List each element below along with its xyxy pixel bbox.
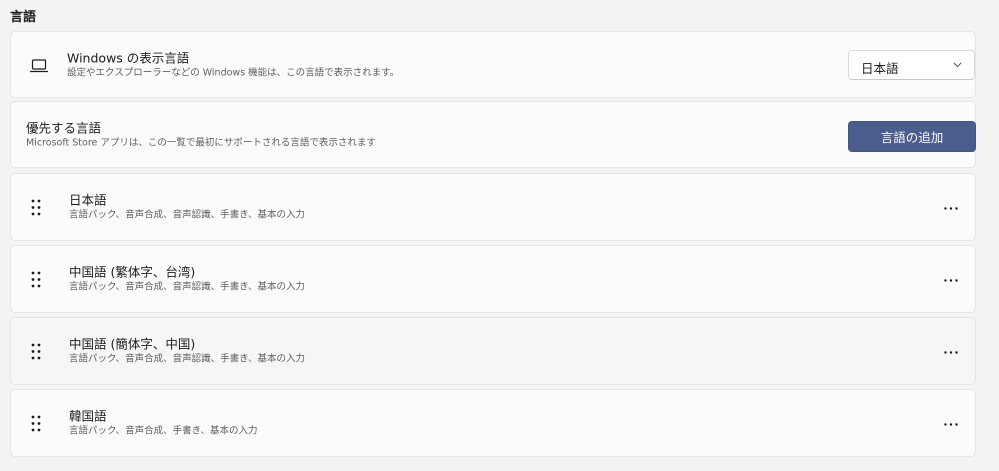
preferred-languages-card: 優先する言語 Microsoft Store アプリは、この一覧で最初にサポート… — [10, 101, 976, 168]
language-name: 日本語 — [69, 192, 107, 208]
language-features: 言語パック、音声合成、音声認識、手書き、基本の入力 — [69, 281, 305, 293]
language-row-text: 日本語 言語パック、音声合成、音声認識、手書き、基本の入力 — [69, 192, 305, 223]
preferred-languages-description: Microsoft Store アプリは、この一覧で最初にサポートされる言語で表… — [26, 137, 376, 148]
language-row-japanese[interactable]: 日本語 言語パック、音声合成、音声認識、手書き、基本の入力 — [10, 173, 976, 241]
grip-dots-icon[interactable] — [31, 271, 41, 288]
add-language-button[interactable]: 言語の追加 — [848, 121, 976, 152]
chevron-down-icon — [953, 62, 962, 68]
more-options-button[interactable] — [937, 267, 965, 293]
language-row-chinese-traditional[interactable]: 中国語 (繁体字、台湾) 言語パック、音声合成、音声認識、手書き、基本の入力 — [10, 245, 976, 313]
more-options-icon — [944, 279, 958, 282]
language-row-korean[interactable]: 韓国語 言語パック、音声合成、手書き、基本の入力 — [10, 389, 976, 457]
preferred-languages-text: 優先する言語 Microsoft Store アプリは、この一覧で最初にサポート… — [26, 119, 376, 150]
language-name: 中国語 (繁体字、台湾) — [69, 264, 196, 280]
grip-dots-icon[interactable] — [31, 199, 41, 216]
language-row-text: 中国語 (繁体字、台湾) 言語パック、音声合成、音声認識、手書き、基本の入力 — [69, 264, 305, 295]
display-language-dropdown[interactable]: 日本語 — [848, 50, 975, 80]
display-language-card: Windows の表示言語 設定やエクスプローラーなどの Windows 機能は… — [10, 31, 976, 98]
section-title: 言語 — [10, 10, 37, 25]
more-options-icon — [944, 423, 958, 426]
more-options-icon — [944, 351, 958, 354]
language-name: 中国語 (簡体字、中国) — [69, 336, 196, 352]
language-row-text: 韓国語 言語パック、音声合成、手書き、基本の入力 — [69, 408, 257, 439]
more-options-button[interactable] — [937, 339, 965, 365]
language-features: 言語パック、音声合成、音声認識、手書き、基本の入力 — [69, 209, 305, 221]
laptop-icon — [30, 59, 48, 73]
language-row-chinese-simplified[interactable]: 中国語 (簡体字、中国) 言語パック、音声合成、音声認識、手書き、基本の入力 — [10, 317, 976, 385]
display-language-title: Windows の表示言語 — [67, 50, 190, 65]
more-options-button[interactable] — [937, 411, 965, 437]
language-features: 言語パック、音声合成、音声認識、手書き、基本の入力 — [69, 353, 305, 365]
display-language-selected: 日本語 — [861, 61, 899, 76]
preferred-languages-title: 優先する言語 — [26, 120, 102, 135]
language-row-text: 中国語 (簡体字、中国) 言語パック、音声合成、音声認識、手書き、基本の入力 — [69, 336, 305, 367]
more-options-button[interactable] — [937, 195, 965, 221]
grip-dots-icon[interactable] — [31, 343, 41, 360]
language-name: 韓国語 — [69, 408, 107, 424]
language-features: 言語パック、音声合成、手書き、基本の入力 — [69, 425, 258, 437]
display-language-text: Windows の表示言語 設定やエクスプローラーなどの Windows 機能は… — [67, 49, 399, 80]
grip-dots-icon[interactable] — [31, 415, 41, 432]
display-language-description: 設定やエクスプローラーなどの Windows 機能は、この言語で表示されます。 — [67, 67, 400, 78]
more-options-icon — [944, 207, 958, 210]
